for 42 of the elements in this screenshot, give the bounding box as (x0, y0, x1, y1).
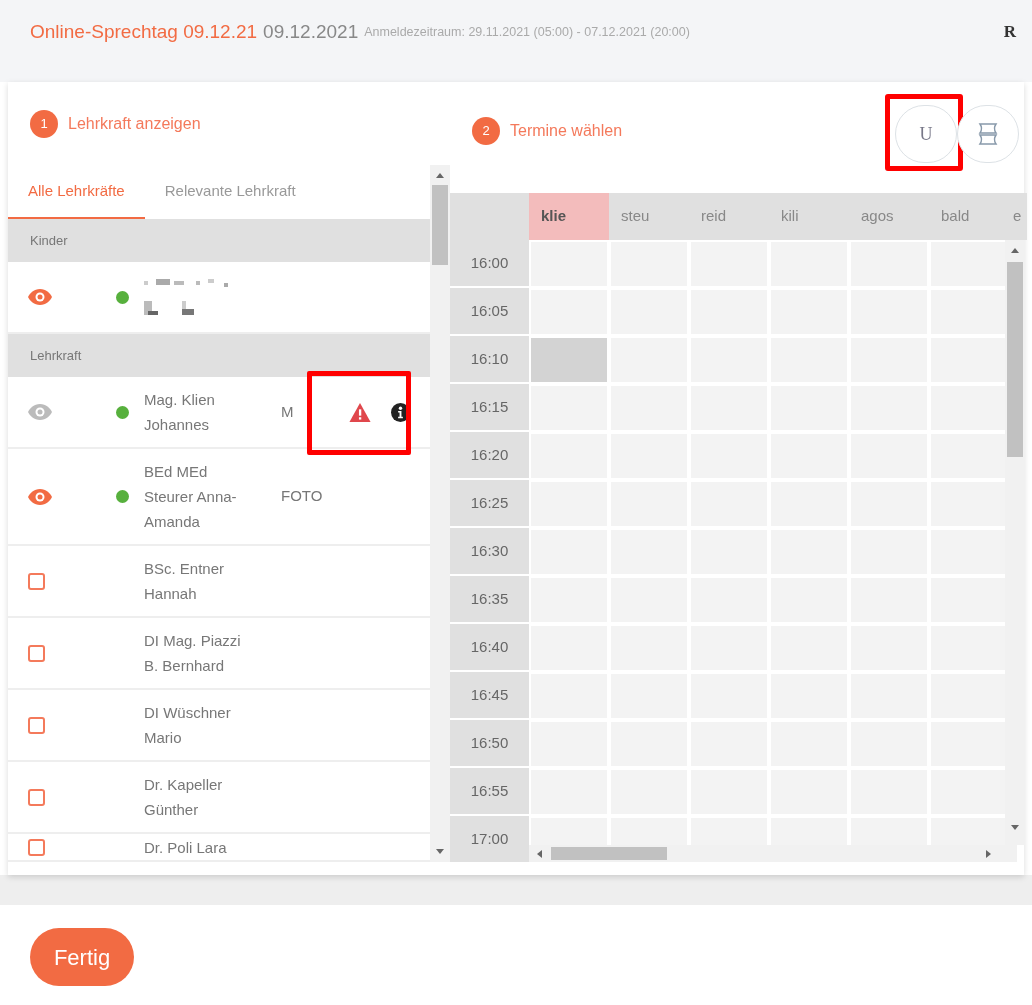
time-label: 16:30 (450, 528, 529, 576)
time-label: 16:15 (450, 384, 529, 432)
column-header[interactable]: kili (769, 193, 849, 240)
teacher-name[interactable]: Dr. Poli Lara (144, 834, 281, 860)
time-label: 16:40 (450, 624, 529, 672)
column-header[interactable]: bald (929, 193, 1009, 240)
section-title: Lehrkraft (30, 346, 82, 365)
step-number: 2 (472, 117, 500, 145)
column-header[interactable]: reid (689, 193, 769, 240)
user-initial[interactable]: R (1003, 19, 1016, 45)
time-label: 16:55 (450, 768, 529, 816)
teacher-name[interactable]: DI Mag. Piazzi B. Bernhard (144, 628, 281, 678)
step-number: 1 (30, 109, 58, 138)
section-title: Kinder (30, 231, 68, 250)
column-header[interactable]: agos (849, 193, 929, 240)
page-title: Online-Sprechtag 09.12.21 (30, 20, 258, 44)
teacher-name[interactable]: Dr. Kapeller Günther (144, 772, 281, 822)
view-toggle-button[interactable]: U (895, 105, 957, 163)
time-label: 16:05 (450, 288, 529, 336)
step-title: Termine wählen (510, 121, 623, 141)
teacher-name[interactable]: BSc. Entner Hannah (144, 556, 281, 606)
time-label: 16:00 (450, 240, 529, 288)
time-label: 16:35 (450, 576, 529, 624)
time-label: 16:50 (450, 720, 529, 768)
column-header[interactable]: steu (609, 193, 689, 240)
time-label: 16:25 (450, 480, 529, 528)
list-tab[interactable]: Relevante Lehrkraft (144, 165, 316, 219)
column-header[interactable]: e (1009, 193, 1027, 240)
time-label: 16:45 (450, 672, 529, 720)
subject-tag: FOTO (281, 485, 351, 508)
teacher-name[interactable]: DI Wüschner Mario (144, 700, 281, 750)
subject-tag: M (281, 400, 351, 424)
teacher-name[interactable]: BEd MEd Steurer Anna- Amanda (144, 459, 281, 534)
event-date: 09.12.2021 (263, 20, 359, 44)
registration-period: Anmeldezeitraum: 29.11.2021 (05:00) - 07.12.2021 (20:00) (364, 24, 690, 41)
done-button[interactable]: Fertig (30, 928, 134, 986)
column-header[interactable]: klie (529, 193, 609, 240)
step-title: Lehrkraft anzeigen (68, 113, 201, 134)
teacher-name[interactable]: Mag. Klien Johannes (144, 387, 281, 437)
time-label: 16:20 (450, 432, 529, 480)
time-label: 17:00 (450, 816, 529, 862)
time-label: 16:10 (450, 336, 529, 384)
